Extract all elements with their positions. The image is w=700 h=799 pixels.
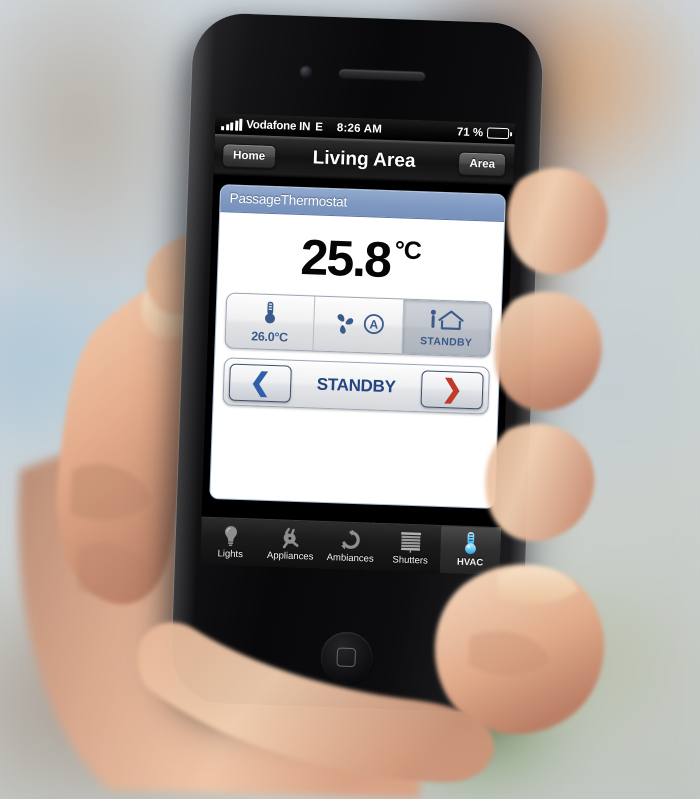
plug-icon bbox=[278, 526, 303, 549]
chevron-left-icon: ❮ bbox=[249, 367, 272, 397]
tab-shutters-label: Shutters bbox=[392, 554, 429, 567]
current-mode-label: STANDBY bbox=[316, 374, 396, 397]
main-content: PassageThermostat 25.8 °C 26.0°C A STAND… bbox=[201, 175, 514, 538]
tab-bar: Lights Appliances Ambiances Shutters HVA… bbox=[199, 516, 502, 576]
tab-ambiances[interactable]: Ambiances bbox=[320, 522, 382, 571]
battery-percent-label: 71 % bbox=[456, 125, 484, 139]
earpiece-speaker bbox=[338, 69, 426, 82]
tab-lights[interactable]: Lights bbox=[200, 518, 262, 567]
segment-occupancy-standby[interactable]: STANDBY bbox=[402, 299, 492, 357]
thermostat-card-body: 25.8 °C 26.0°C A STANDBY ❮ STANDBY ❯ bbox=[213, 212, 504, 415]
tab-appliances[interactable]: Appliances bbox=[260, 520, 322, 569]
temperature-value: 25.8 bbox=[299, 228, 391, 289]
previous-mode-button[interactable]: ❮ bbox=[228, 363, 292, 403]
svg-text:A: A bbox=[370, 317, 379, 331]
smartphone-device: Vodafone IN E 8:26 AM 71 % Home Living A… bbox=[170, 12, 544, 714]
lightbulb-icon bbox=[221, 524, 242, 547]
tab-hvac[interactable]: HVAC bbox=[439, 526, 502, 576]
tab-shutters[interactable]: Shutters bbox=[380, 524, 442, 573]
tab-ambiances-label: Ambiances bbox=[326, 552, 374, 565]
tab-appliances-label: Appliances bbox=[266, 549, 314, 563]
home-button[interactable] bbox=[319, 630, 374, 685]
segment-occupancy-label: STANDBY bbox=[419, 334, 473, 349]
status-bar-right-group: 71 % bbox=[457, 126, 510, 140]
thermostat-card: PassageThermostat 25.8 °C 26.0°C A STAND… bbox=[209, 184, 506, 509]
signal-strength-icon bbox=[221, 118, 243, 131]
area-button[interactable]: Area bbox=[458, 150, 507, 177]
network-type-label: E bbox=[315, 120, 324, 134]
thermometer-icon bbox=[264, 300, 276, 327]
home-button-square-icon bbox=[336, 647, 357, 668]
temperature-unit: °C bbox=[394, 236, 422, 266]
carrier-name: Vodafone IN bbox=[246, 118, 311, 133]
front-camera bbox=[299, 65, 313, 79]
battery-icon bbox=[486, 127, 510, 140]
thermostat-segmented-control: 26.0°C A STANDBY bbox=[224, 292, 493, 358]
segment-setpoint[interactable]: 26.0°C bbox=[225, 293, 316, 351]
current-temperature: 25.8 °C bbox=[226, 218, 494, 301]
auto-circle-icon: A bbox=[363, 313, 385, 338]
segment-setpoint-label: 26.0°C bbox=[251, 328, 289, 345]
mode-stepper: ❮ STANDBY ❯ bbox=[222, 357, 490, 415]
tab-lights-label: Lights bbox=[217, 548, 244, 561]
thermometer-icon bbox=[462, 532, 479, 556]
status-bar-clock: 8:26 AM bbox=[336, 121, 383, 136]
home-back-button[interactable]: Home bbox=[221, 142, 277, 169]
phone-screen: Vodafone IN E 8:26 AM 71 % Home Living A… bbox=[199, 112, 516, 576]
fan-auto-group: A bbox=[331, 311, 385, 340]
blinds-icon bbox=[398, 531, 423, 554]
fan-icon bbox=[331, 311, 357, 339]
next-mode-button[interactable]: ❯ bbox=[420, 369, 484, 409]
tab-hvac-label: HVAC bbox=[456, 556, 484, 569]
segment-fan-auto[interactable]: A bbox=[313, 296, 404, 354]
chevron-right-icon: ❯ bbox=[441, 374, 464, 404]
refresh-icon bbox=[339, 529, 362, 552]
person-house-icon bbox=[427, 308, 466, 334]
